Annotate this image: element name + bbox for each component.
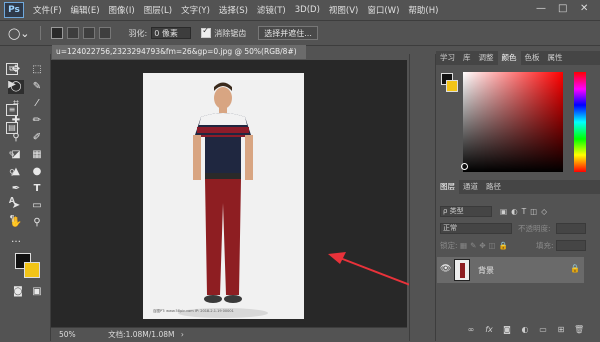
tab-learn[interactable]: 学习	[436, 51, 459, 65]
blend-mode-select[interactable]: 正常	[440, 223, 512, 234]
new-group-icon[interactable]: ▭	[538, 325, 548, 335]
layer-filter-select[interactable]: ρ 类型	[440, 206, 492, 217]
top-panel-tabs: 学习 库 调整 颜色 色板 属性	[436, 51, 600, 65]
hue-slider[interactable]	[574, 72, 586, 172]
antialias-checkbox[interactable]	[201, 26, 212, 38]
fill-input[interactable]	[556, 240, 586, 251]
eyedropper-tool-icon[interactable]: ⁄	[29, 97, 45, 111]
menu-window[interactable]: 窗口(W)	[367, 4, 399, 16]
feather-label: 羽化:	[128, 28, 148, 38]
layer-style-icon[interactable]: fx	[484, 325, 494, 335]
more-tools-icon[interactable]: …	[8, 233, 24, 247]
layers-panel-tabs: 图层 通道 路径	[436, 180, 600, 194]
new-selection-icon[interactable]	[50, 27, 63, 39]
marquee-tool-icon[interactable]: ⬚	[29, 63, 45, 77]
zoom-level[interactable]: 50%	[59, 330, 76, 339]
gradient-tool-icon[interactable]: ▦	[29, 148, 45, 162]
feather-input[interactable]: 0 像素	[151, 27, 192, 39]
layer-lock-icon: 🔒	[570, 264, 580, 273]
status-bar: 50% 文档:1.08M/1.08M ›	[51, 327, 407, 342]
clone-source-icon[interactable]: ⚲	[6, 168, 18, 180]
maximize-button[interactable]: □	[558, 3, 567, 14]
subtract-selection-icon[interactable]	[82, 27, 95, 39]
menu-layer[interactable]: 图层(L)	[144, 4, 172, 16]
color-picker-field[interactable]	[463, 72, 563, 172]
menu-bar: Ps 文件(F) 编辑(E) 图像(I) 图层(L) 文字(Y) 选择(S) 滤…	[0, 0, 600, 20]
color-picker-cursor[interactable]	[461, 163, 468, 170]
layer-name[interactable]: 背景	[478, 265, 494, 276]
model-photo	[178, 82, 268, 318]
tab-channels[interactable]: 通道	[459, 180, 482, 194]
shape-tool-icon[interactable]: ▭	[29, 199, 45, 213]
actions-panel-icon[interactable]: ▶	[6, 80, 18, 92]
character-panel-icon[interactable]: A	[6, 196, 18, 208]
screen-mode-icon[interactable]: ▣	[29, 285, 45, 299]
zoom-tool-icon[interactable]: ⚲	[29, 216, 45, 230]
opacity-label: 不透明度:	[518, 224, 551, 233]
link-layers-icon[interactable]: ∞	[466, 325, 476, 335]
quick-select-tool-icon[interactable]: ✎	[29, 80, 45, 94]
minimize-button[interactable]: —	[536, 3, 546, 14]
lasso-preset-icon[interactable]: ◯⌄	[8, 27, 30, 40]
photoshop-logo: Ps	[4, 2, 24, 18]
history-panel-icon[interactable]: ⧉	[6, 63, 18, 75]
collapsed-panel-dock	[409, 54, 436, 341]
pen-tool-icon[interactable]: ✒	[8, 182, 24, 196]
panel-background-swatch[interactable]	[446, 80, 458, 92]
close-window-button[interactable]: ✕	[580, 3, 588, 14]
menu-help[interactable]: 帮助(H)	[408, 4, 438, 16]
tab-layers[interactable]: 图层	[436, 180, 459, 194]
status-menu-icon[interactable]: ›	[181, 330, 184, 339]
history-brush-icon[interactable]: ✐	[29, 131, 45, 145]
background-color-swatch[interactable]	[24, 262, 40, 278]
menu-3d[interactable]: 3D(D)	[295, 5, 320, 15]
add-mask-icon[interactable]: ◙	[502, 325, 512, 335]
tab-libraries[interactable]: 库	[459, 51, 475, 65]
quick-mask-icon[interactable]: ◙	[10, 285, 26, 299]
fill-label: 填充:	[536, 241, 554, 250]
add-selection-icon[interactable]	[66, 27, 79, 39]
document-tab[interactable]: u=124022756,2323294793&fm=26&gp=0.jpg @ …	[52, 45, 306, 59]
menu-file[interactable]: 文件(F)	[33, 4, 62, 16]
antialias-label: 消除锯齿	[214, 28, 247, 38]
menu-select[interactable]: 选择(S)	[219, 4, 248, 16]
layer-thumbnail	[454, 259, 470, 281]
select-and-mask-button[interactable]: 选择并遮住...	[258, 26, 318, 40]
menu-edit[interactable]: 编辑(E)	[71, 4, 100, 16]
intersect-selection-icon[interactable]	[98, 27, 111, 39]
options-bar: ◯⌄ 羽化: 0 像素 消除锯齿 选择并遮住...	[0, 20, 600, 46]
tab-properties[interactable]: 属性	[544, 51, 567, 65]
menu-view[interactable]: 视图(V)	[329, 4, 358, 16]
menu-image[interactable]: 图像(I)	[109, 4, 135, 16]
tab-adjustments[interactable]: 调整	[475, 51, 498, 65]
document-info: 文档:1.08M/1.08M	[108, 330, 175, 339]
divider	[39, 26, 41, 40]
brush-tool-icon[interactable]: ✏	[29, 114, 45, 128]
document-tab-title: u=124022756,2323294793&fm=26&gp=0.jpg @ …	[56, 47, 297, 56]
brushes-panel-icon[interactable]: ✎	[6, 150, 18, 162]
eye-visibility-icon[interactable]: 👁	[440, 264, 451, 274]
image-canvas[interactable]: 百图PT: www.58pic.com IP: 2018-2.1.19 0000…	[143, 73, 304, 319]
info-panel-icon[interactable]: ▤	[6, 122, 18, 134]
lock-icons[interactable]: ▦✎✥◫🔒	[460, 240, 511, 251]
layer-filter-icons[interactable]: ▣◐T◫◇	[500, 206, 551, 217]
tab-paths[interactable]: 路径	[482, 180, 505, 194]
new-layer-icon[interactable]: ⊞	[556, 325, 566, 335]
tab-swatches[interactable]: 色板	[521, 51, 544, 65]
paragraph-panel-icon[interactable]: ¶	[6, 214, 18, 226]
menu-type[interactable]: 文字(Y)	[181, 4, 210, 16]
delete-layer-icon[interactable]: 🗑	[574, 325, 584, 335]
opacity-input[interactable]	[556, 223, 586, 234]
adjustment-layer-icon[interactable]: ◐	[520, 325, 530, 335]
lock-label: 锁定:	[440, 241, 458, 250]
menu-filter[interactable]: 滤镜(T)	[257, 4, 286, 16]
dodge-tool-icon[interactable]: ●	[29, 165, 45, 179]
properties-panel-icon[interactable]: ≡	[6, 104, 18, 116]
photo-watermark: 百图PT: www.58pic.com IP: 2018-2.1.19 0000…	[153, 309, 234, 313]
type-tool-icon[interactable]: T	[29, 182, 45, 196]
tab-color[interactable]: 颜色	[497, 51, 521, 65]
